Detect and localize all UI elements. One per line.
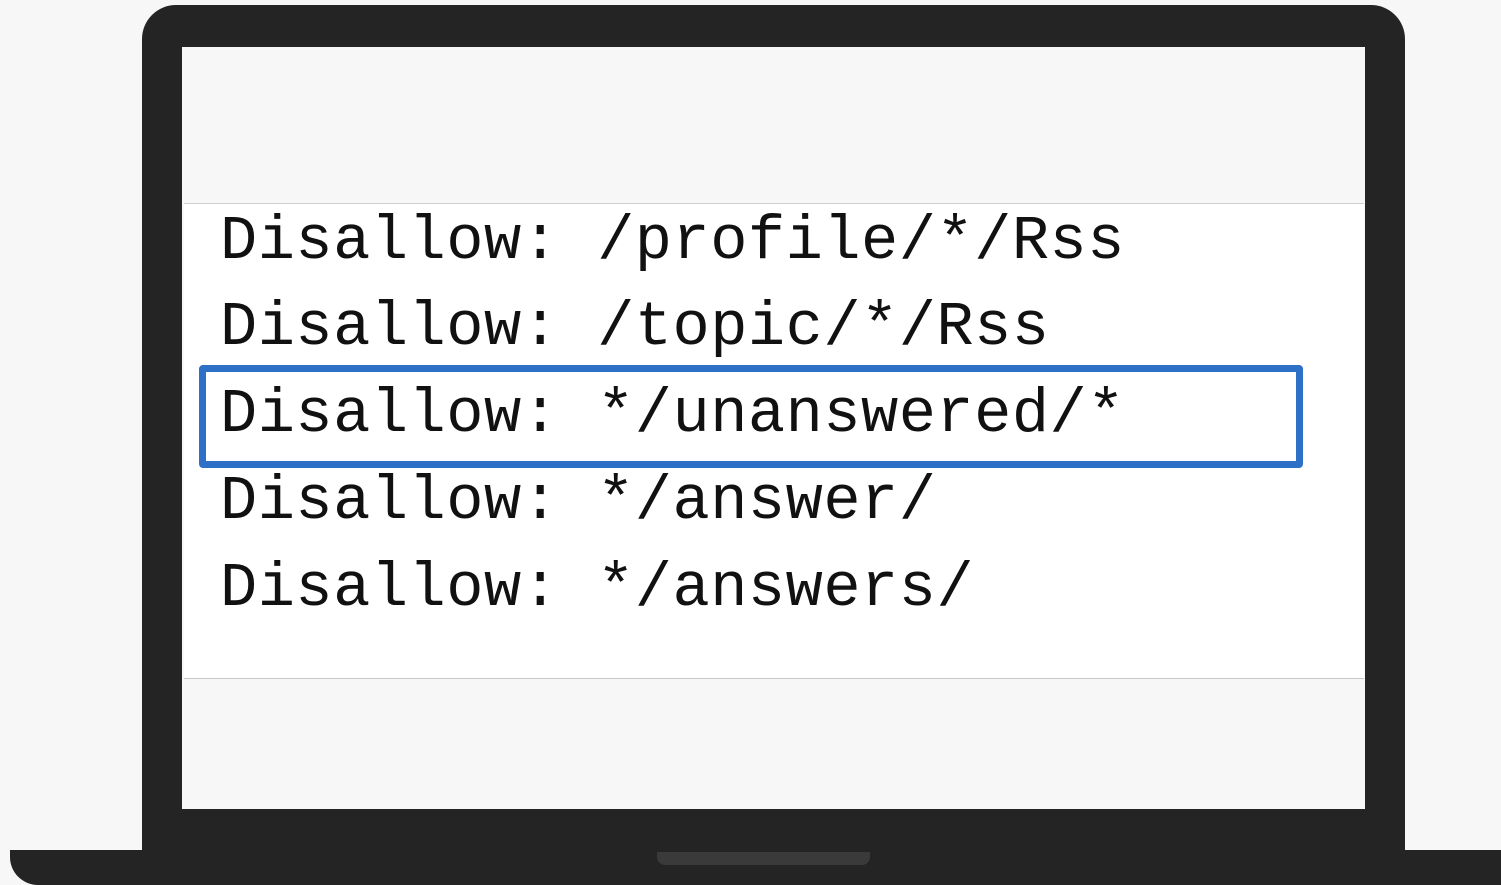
laptop-notch [657,852,870,865]
highlight-box [199,365,1303,468]
directive-label: Disallow: [220,553,560,624]
disallowed-path: */answers/ [597,553,975,624]
illustration-stage: Disallow: /profile/*/Rss Disallow: /topi… [0,0,1501,885]
directive-label: Disallow: [220,292,560,363]
directive-label: Disallow: [220,466,560,537]
disallowed-path: /profile/*/Rss [597,206,1125,277]
robots-line: Disallow: /topic/*/Rss [220,288,1050,368]
robots-line: Disallow: */answers/ [220,549,974,629]
disallowed-path: */answer/ [597,466,937,537]
directive-label: Disallow: [220,206,560,277]
disallowed-path: /topic/*/Rss [597,292,1050,363]
robots-line: Disallow: */answer/ [220,462,936,542]
robots-line: Disallow: /profile/*/Rss [220,202,1125,282]
